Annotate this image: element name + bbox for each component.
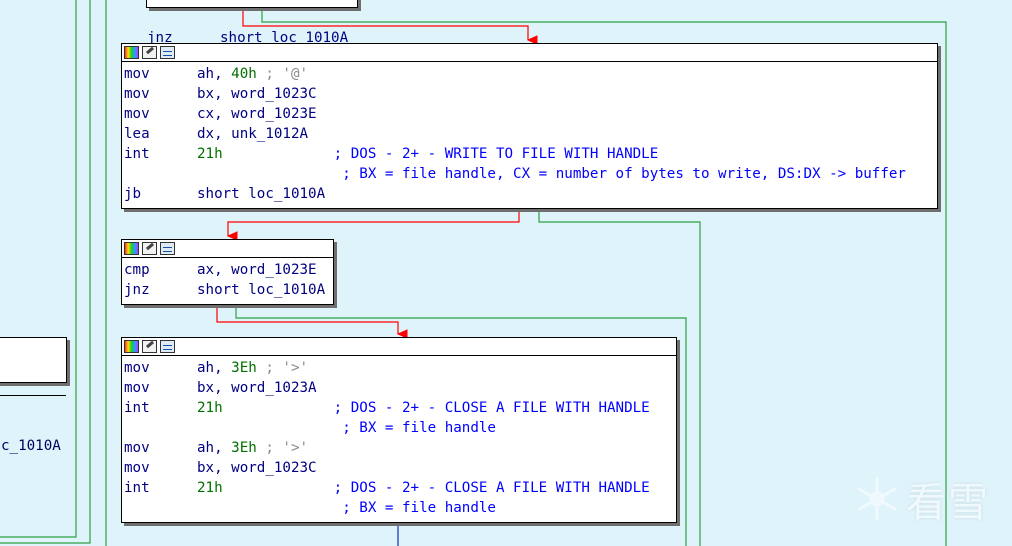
asm-mnemonic: int <box>124 400 150 416</box>
node-code: mov ah, 3Eh ; '>' mov bx, word_1023A int 21h … <box>122 356 676 520</box>
asm-mnemonic: jb <box>124 186 142 202</box>
asm-mnemonic: mov <box>124 360 150 376</box>
asm-comment: ; BX = file handle <box>197 420 496 436</box>
snowflake-icon <box>857 477 897 521</box>
asm-immediate: 40h <box>231 66 257 82</box>
top-node-stub[interactable]: jnz short loc_1010A <box>146 0 358 46</box>
asm-line[interactable]: cmp ax, word_1023E <box>124 260 333 280</box>
asm-line[interactable]: jnz short loc_1010A <box>124 280 333 300</box>
node-color-icon[interactable] <box>124 340 139 353</box>
asm-line[interactable]: mov bx, word_1023A <box>124 378 676 398</box>
asm-line[interactable]: lea dx, unk_1012A <box>124 124 937 144</box>
asm-operand: ah, <box>197 360 232 376</box>
asm-line[interactable]: int 21h ; DOS - 2+ - CLOSE A FILE WITH HA… <box>124 398 676 418</box>
asm-mnemonic: mov <box>124 460 150 476</box>
asm-comment: ; DOS - 2+ - WRITE TO FILE WITH HANDLE <box>222 146 659 162</box>
asm-line[interactable]: ; BX = file handle, CX = number of bytes… <box>124 164 937 184</box>
left-stub-text: c_1010A <box>1 438 61 454</box>
asm-char-comment: ; '@' <box>256 66 309 82</box>
asm-mnemonic: mov <box>124 66 150 82</box>
asm-operand: bx, word_1023C <box>197 86 317 102</box>
asm-operand: dx, unk_1012A <box>197 126 309 142</box>
asm-operand: bx, word_1023A <box>197 380 317 396</box>
asm-mnemonic: int <box>124 480 150 496</box>
asm-comment: ; BX = file handle <box>197 500 496 516</box>
asm-comment: ; BX = file handle, CX = number of bytes… <box>197 166 906 182</box>
asm-line[interactable]: jb short loc_1010A <box>124 184 937 204</box>
asm-line[interactable]: mov cx, word_1023E <box>124 104 937 124</box>
asm-mnemonic: mov <box>124 440 150 456</box>
graph-node-write-file[interactable]: mov ah, 40h ; '@' mov bx, word_1023C mov cx, … <box>121 43 938 209</box>
node-header <box>122 338 676 356</box>
asm-comment: ; DOS - 2+ - CLOSE A FILE WITH HANDLE <box>222 400 650 416</box>
asm-line[interactable]: mov bx, word_1023C <box>124 84 937 104</box>
node-code: cmp ax, word_1023Ejnz short loc_1010A <box>122 258 333 302</box>
node-header <box>122 240 333 258</box>
asm-mnemonic: jnz <box>124 282 150 298</box>
asm-line[interactable]: mov ah, 40h ; '@' <box>124 64 937 84</box>
node-rename-icon[interactable] <box>142 340 157 353</box>
asm-operand: cx, word_1023E <box>197 106 317 122</box>
asm-char-comment: ; '>' <box>256 360 309 376</box>
asm-mnemonic: cmp <box>124 262 150 278</box>
node-graph-icon[interactable] <box>160 46 175 59</box>
asm-operand: ah, <box>197 440 232 456</box>
watermark: 看雪 <box>854 470 990 528</box>
asm-mnemonic: lea <box>124 126 150 142</box>
node-rename-icon[interactable] <box>142 46 157 59</box>
asm-immediate: 21h <box>197 400 223 416</box>
asm-operand: short loc_1010A <box>197 186 326 202</box>
asm-line[interactable]: ; BX = file handle <box>124 418 676 438</box>
edge-b1-red <box>226 208 520 241</box>
asm-mnemonic: mov <box>124 86 150 102</box>
node-color-icon[interactable] <box>124 46 139 59</box>
node-color-icon[interactable] <box>124 242 139 255</box>
asm-mnemonic: int <box>124 146 150 162</box>
asm-immediate: 21h <box>197 146 223 162</box>
asm-operand: bx, word_1023C <box>197 460 317 476</box>
asm-comment: ; DOS - 2+ - CLOSE A FILE WITH HANDLE <box>222 480 650 496</box>
asm-immediate: 3Eh <box>231 440 257 456</box>
watermark-text: 看雪 <box>906 480 990 526</box>
node-rename-icon[interactable] <box>142 242 157 255</box>
asm-line[interactable]: mov bx, word_1023C <box>124 458 676 478</box>
asm-immediate: 21h <box>197 480 223 496</box>
graph-node-compare[interactable]: cmp ax, word_1023Ejnz short loc_1010A <box>121 239 334 305</box>
asm-line[interactable]: ; BX = file handle <box>124 498 676 518</box>
asm-char-comment: ; '>' <box>256 440 309 456</box>
asm-operand: ax, word_1023E <box>197 262 317 278</box>
asm-line[interactable]: mov ah, 3Eh ; '>' <box>124 358 676 378</box>
left-node-stub[interactable]: c_1010A <box>0 337 67 454</box>
asm-mnemonic: mov <box>124 106 150 122</box>
asm-operand: ah, <box>197 66 232 82</box>
node-graph-icon[interactable] <box>160 242 175 255</box>
node-graph-icon[interactable] <box>160 340 175 353</box>
node-code: mov ah, 40h ; '@' mov bx, word_1023C mov cx, … <box>122 62 937 206</box>
asm-immediate: 3Eh <box>231 360 257 376</box>
graph-node-close-files[interactable]: mov ah, 3Eh ; '>' mov bx, word_1023A int 21h … <box>121 337 677 523</box>
asm-line[interactable]: int 21h ; DOS - 2+ - CLOSE A FILE WITH HA… <box>124 478 676 498</box>
asm-line[interactable]: mov ah, 3Eh ; '>' <box>124 438 676 458</box>
asm-mnemonic: mov <box>124 380 150 396</box>
asm-line[interactable]: int 21h ; DOS - 2+ - WRITE TO FILE WITH H… <box>124 144 937 164</box>
node-header <box>122 44 937 62</box>
asm-operand: short loc_1010A <box>197 282 326 298</box>
